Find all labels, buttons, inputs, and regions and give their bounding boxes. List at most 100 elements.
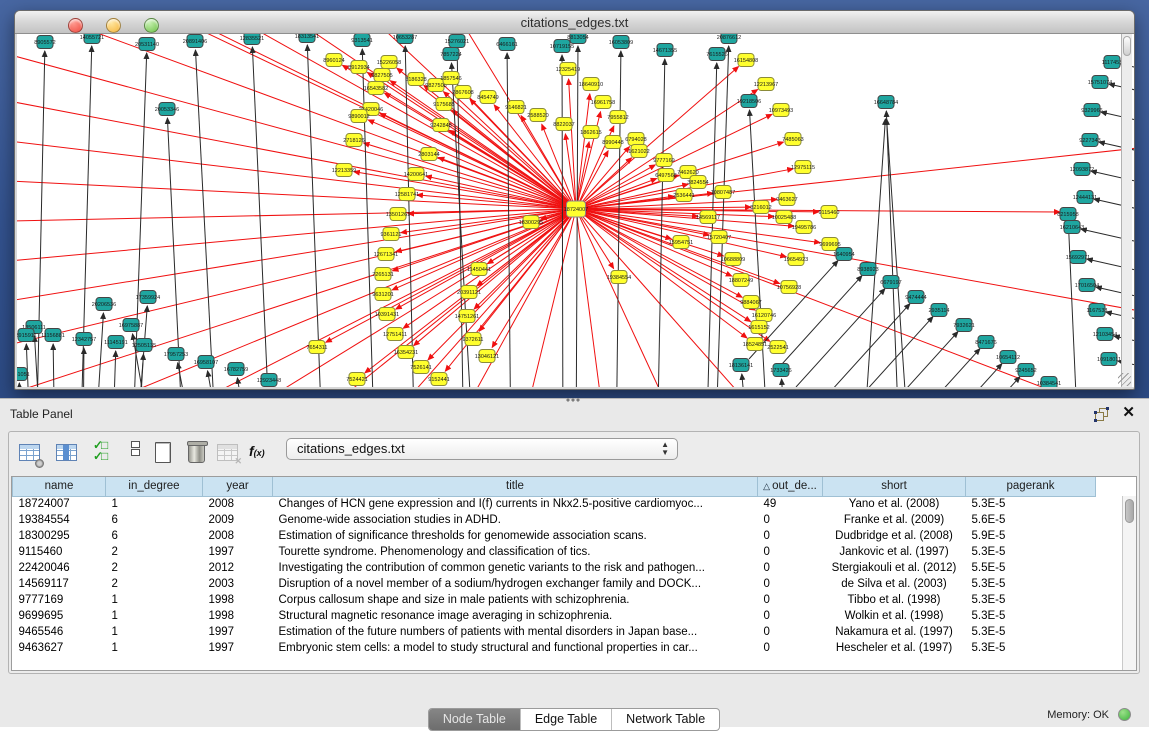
table-cell[interactable]: 9699695 — [13, 608, 106, 624]
table-cell[interactable]: 6 — [106, 528, 203, 544]
table-cell[interactable]: Wolkin et al. (1998) — [823, 608, 966, 624]
table-row[interactable]: 1938455462009Genome-wide association stu… — [13, 512, 1096, 528]
table-row[interactable]: 977716911998Corpus callosum shape and si… — [13, 592, 1096, 608]
split-pane-divider[interactable] — [565, 398, 581, 403]
table-cell[interactable]: 2008 — [203, 528, 273, 544]
table-cell[interactable]: 2003 — [203, 576, 273, 592]
table-cell[interactable]: 1997 — [203, 640, 273, 656]
attribute-table[interactable]: namein_degreeyeartitle△out_de...shortpag… — [11, 476, 1137, 671]
table-cell[interactable]: 22420046 — [13, 560, 106, 576]
table-cell[interactable]: 5.3E-5 — [966, 624, 1096, 640]
table-row[interactable]: 969969511998Structural magnetic resonanc… — [13, 608, 1096, 624]
table-cell[interactable]: 9115460 — [13, 544, 106, 560]
table-cell[interactable]: Genome-wide association studies in ADHD. — [273, 512, 758, 528]
table-cell[interactable]: 9463627 — [13, 640, 106, 656]
merge-rows-icon[interactable] — [123, 440, 149, 466]
table-cell[interactable]: 0 — [758, 560, 823, 576]
table-row[interactable]: 1456911722003Disruption of a novel membe… — [13, 576, 1096, 592]
table-cell[interactable]: 2012 — [203, 560, 273, 576]
table-cell[interactable]: Corpus callosum shape and size in male p… — [273, 592, 758, 608]
table-cell[interactable]: 9777169 — [13, 592, 106, 608]
table-cell[interactable]: 0 — [758, 544, 823, 560]
table-cell[interactable]: 1 — [106, 592, 203, 608]
table-cell[interactable]: Franke et al. (2009) — [823, 512, 966, 528]
scrollbar-thumb[interactable] — [1125, 499, 1134, 523]
table-cell[interactable]: 9465546 — [13, 624, 106, 640]
table-cell[interactable]: Estimation of the future numbers of pati… — [273, 624, 758, 640]
table-row[interactable]: 911546021997Tourette syndrome. Phenomeno… — [13, 544, 1096, 560]
table-cell[interactable]: 5.3E-5 — [966, 544, 1096, 560]
table-cell[interactable]: Tourette syndrome. Phenomenology and cla… — [273, 544, 758, 560]
column-header-pagerank[interactable]: pagerank — [966, 477, 1096, 496]
table-cell[interactable]: Disruption of a novel member of a sodium… — [273, 576, 758, 592]
column-header-short[interactable]: short — [823, 477, 966, 496]
network-view-window[interactable]: citations_edges.txt 89601248912934152260… — [14, 10, 1135, 390]
table-row[interactable]: 1830029562008Estimation of significance … — [13, 528, 1096, 544]
column-select-icon[interactable] — [54, 440, 80, 466]
create-column-icon[interactable] — [151, 440, 177, 466]
delete-column-icon[interactable] — [184, 440, 210, 466]
table-cell[interactable]: 2008 — [203, 496, 273, 512]
table-cell[interactable]: 2 — [106, 560, 203, 576]
table-cell[interactable]: 5.5E-5 — [966, 560, 1096, 576]
table-cell[interactable]: 0 — [758, 528, 823, 544]
column-header-out_de[interactable]: △out_de... — [758, 477, 823, 496]
table-select-dropdown[interactable]: citations_edges.txt ▲▼ — [286, 438, 678, 460]
table-cell[interactable]: 5.3E-5 — [966, 640, 1096, 656]
table-cell[interactable]: Stergiakouli et al. (2012) — [823, 560, 966, 576]
table-cell[interactable]: 0 — [758, 576, 823, 592]
table-cell[interactable]: Investigating the contribution of common… — [273, 560, 758, 576]
table-cell[interactable]: 1 — [106, 640, 203, 656]
table-cell[interactable]: 1998 — [203, 608, 273, 624]
table-cell[interactable]: 1998 — [203, 592, 273, 608]
column-header-title[interactable]: title — [273, 477, 758, 496]
table-cell[interactable]: 0 — [758, 624, 823, 640]
float-panel-icon[interactable] — [1095, 408, 1109, 421]
table-cell[interactable]: Jankovic et al. (1997) — [823, 544, 966, 560]
table-cell[interactable]: Changes of HCN gene expression and I(f) … — [273, 496, 758, 512]
table-cell[interactable]: 5.6E-5 — [966, 512, 1096, 528]
table-cell[interactable]: 19384554 — [13, 512, 106, 528]
table-vertical-scrollbar[interactable] — [1122, 496, 1136, 670]
table-settings-icon[interactable] — [17, 440, 43, 466]
table-cell[interactable]: 5.3E-5 — [966, 592, 1096, 608]
table-cell[interactable]: 6 — [106, 512, 203, 528]
table-cell[interactable]: 18300295 — [13, 528, 106, 544]
close-panel-icon[interactable]: ✕ — [1122, 404, 1135, 422]
function-builder-icon[interactable]: f(x) — [249, 443, 275, 469]
table-cell[interactable]: Nakamura et al. (1997) — [823, 624, 966, 640]
table-cell[interactable]: 5.9E-5 — [966, 528, 1096, 544]
table-cell[interactable]: 0 — [758, 640, 823, 656]
memory-status-indicator[interactable] — [1118, 708, 1131, 721]
table-cell[interactable]: Dudbridge et al. (2008) — [823, 528, 966, 544]
network-canvas[interactable]: 8960124891293415226058982750516543582818… — [17, 34, 1134, 387]
table-cell[interactable]: de Silva et al. (2003) — [823, 576, 966, 592]
table-cell[interactable]: 1997 — [203, 624, 273, 640]
table-cell[interactable]: 2 — [106, 544, 203, 560]
table-cell[interactable]: Structural magnetic resonance image aver… — [273, 608, 758, 624]
table-row[interactable]: 946554611997Estimation of the future num… — [13, 624, 1096, 640]
network-vertical-scrollbar[interactable] — [1121, 34, 1132, 387]
column-header-name[interactable]: name — [13, 477, 106, 496]
window-resize-grip[interactable] — [1118, 373, 1131, 386]
row-check-icon[interactable]: ✓□✓□ — [93, 440, 119, 466]
table-cell[interactable]: 1 — [106, 608, 203, 624]
table-cell[interactable]: 0 — [758, 592, 823, 608]
table-cell[interactable]: Estimation of significance thresholds fo… — [273, 528, 758, 544]
table-row[interactable]: 1872400712008Changes of HCN gene express… — [13, 496, 1096, 512]
table-cell[interactable]: 18724007 — [13, 496, 106, 512]
column-header-year[interactable]: year — [203, 477, 273, 496]
table-row[interactable]: 946362711997Embryonic stem cells: a mode… — [13, 640, 1096, 656]
table-cell[interactable]: Hescheler et al. (1997) — [823, 640, 966, 656]
table-cell[interactable]: 1997 — [203, 544, 273, 560]
table-cell[interactable]: 5.3E-5 — [966, 496, 1096, 512]
table-cell[interactable]: 49 — [758, 496, 823, 512]
table-cell[interactable]: 0 — [758, 608, 823, 624]
table-cell[interactable]: Embryonic stem cells: a model to study s… — [273, 640, 758, 656]
table-cell[interactable]: 5.3E-5 — [966, 608, 1096, 624]
table-cell[interactable]: 2009 — [203, 512, 273, 528]
table-cell[interactable]: Tibbo et al. (1998) — [823, 592, 966, 608]
table-cell[interactable]: 1 — [106, 624, 203, 640]
column-header-in_degree[interactable]: in_degree — [106, 477, 203, 496]
table-cell[interactable]: 1 — [106, 496, 203, 512]
